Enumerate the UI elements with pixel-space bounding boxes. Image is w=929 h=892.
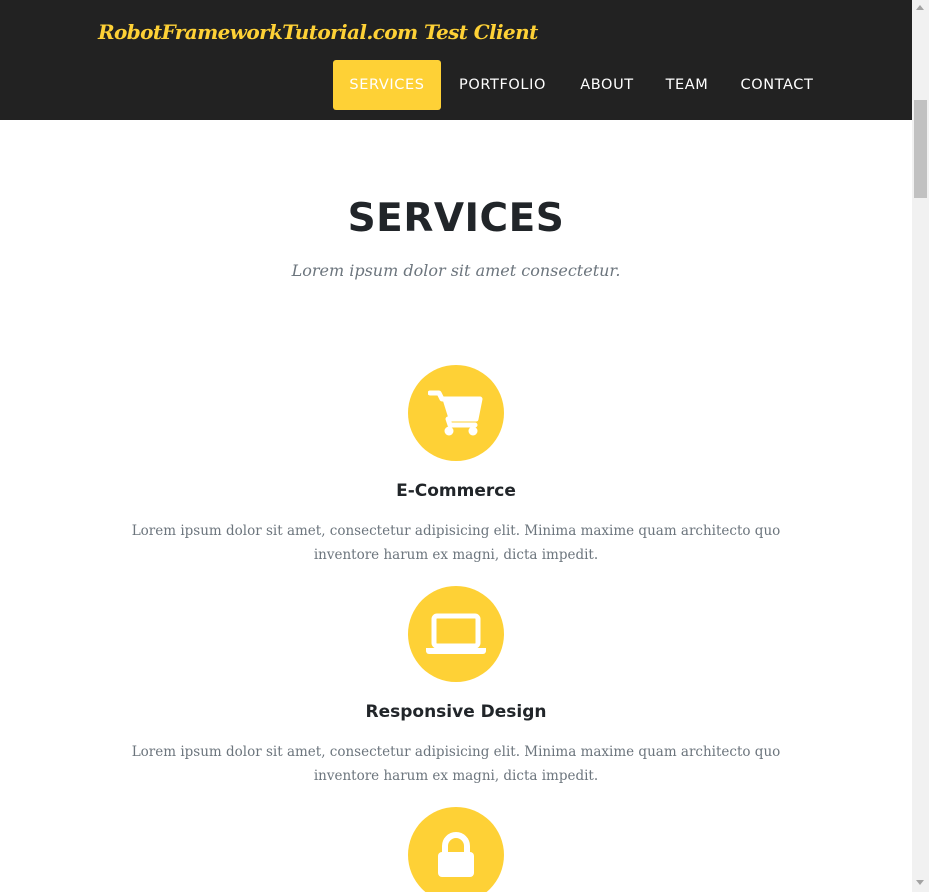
brand-logo[interactable]: RobotFrameworkTutorial.com Test Client <box>98 20 538 44</box>
service-text: Lorem ipsum dolor sit amet, consectetur … <box>131 744 781 784</box>
shopping-cart-icon <box>428 390 483 436</box>
service-icon-circle <box>408 807 504 892</box>
page: RobotFrameworkTutorial.com Test Client S… <box>0 0 912 892</box>
nav-item-contact[interactable]: CONTACT <box>724 60 830 110</box>
service-icon-circle <box>408 586 504 682</box>
navbar: RobotFrameworkTutorial.com Test Client S… <box>0 0 912 120</box>
nav-item-portfolio[interactable]: PORTFOLIO <box>441 60 564 110</box>
nav-item-about[interactable]: ABOUT <box>564 60 650 110</box>
laptop-icon <box>426 613 486 654</box>
section-title: SERVICES <box>347 196 565 241</box>
service-heading: Responsive Design <box>365 702 547 722</box>
service-icon-circle <box>408 365 504 461</box>
lock-icon <box>438 832 474 877</box>
scroll-down-arrow-icon[interactable] <box>916 880 924 885</box>
nav-item-services[interactable]: SERVICES <box>333 60 441 110</box>
nav-item-team[interactable]: TEAM <box>650 60 724 110</box>
service-heading: E-Commerce <box>396 481 516 501</box>
scroll-up-arrow-icon[interactable] <box>916 5 924 10</box>
scrollbar-thumb[interactable] <box>914 100 927 198</box>
main-nav: SERVICES PORTFOLIO ABOUT TEAM CONTACT <box>333 60 830 110</box>
section-subtitle: Lorem ipsum dolor sit amet consectetur. <box>291 261 621 280</box>
service-text: Lorem ipsum dolor sit amet, consectetur … <box>131 523 781 563</box>
vertical-scrollbar[interactable] <box>912 0 929 892</box>
